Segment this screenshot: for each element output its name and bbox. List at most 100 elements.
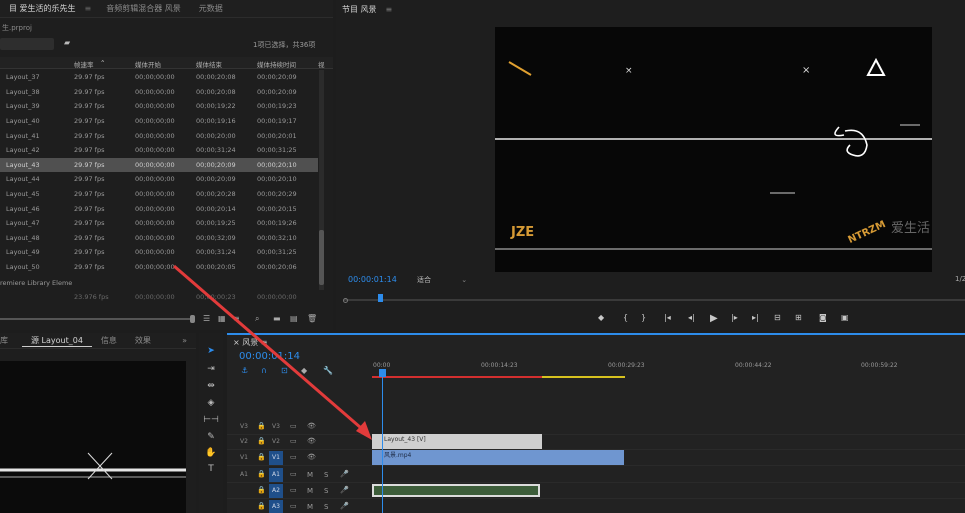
list-item[interactable]: Layout_43 29.97 fps 00;00;00;00 00;00;20;09…: [0, 157, 318, 173]
tab-effects[interactable]: 效果: [126, 335, 160, 346]
col-duration[interactable]: 媒体持续时间: [257, 59, 296, 69]
mark-in-icon[interactable]: {: [623, 313, 628, 322]
close-icon[interactable]: ×: [233, 338, 240, 347]
sync-lock-icon[interactable]: ▭: [290, 453, 297, 461]
add-marker-icon[interactable]: ◆: [301, 366, 307, 375]
col-fps[interactable]: 帧速率: [74, 59, 94, 69]
snap-icon[interactable]: ∩: [261, 366, 267, 375]
tab-metadata[interactable]: 元数据: [190, 3, 232, 14]
search-input[interactable]: [0, 38, 54, 50]
nest-icon[interactable]: ⚓: [241, 366, 248, 375]
timeline-tab[interactable]: × 风景 ≡: [233, 337, 268, 348]
list-item[interactable]: Layout_37 29.97 fps 00;00;00;00 00;00;20;08…: [0, 70, 318, 85]
track-target[interactable]: A2: [269, 484, 283, 498]
eye-icon[interactable]: 👁: [307, 453, 316, 461]
new-bin-icon[interactable]: ▰: [64, 38, 70, 47]
mute-button[interactable]: M: [307, 471, 313, 479]
lock-icon[interactable]: 🔒: [257, 437, 266, 445]
sort-icon[interactable]: ⌃: [100, 59, 105, 67]
mic-icon[interactable]: 🎤: [340, 486, 349, 494]
track-source-label[interactable]: A1: [240, 471, 248, 478]
type-tool-icon[interactable]: T: [203, 463, 219, 475]
mute-button[interactable]: M: [307, 487, 313, 495]
timeline-timecode[interactable]: 00:00:01:14: [239, 351, 300, 362]
ripple-edit-tool-icon[interactable]: ⇹: [203, 380, 219, 392]
solo-button[interactable]: S: [324, 487, 328, 495]
find-icon[interactable]: ⌕: [255, 314, 259, 324]
camera-icon[interactable]: ◙: [819, 313, 827, 322]
sort-icon[interactable]: ≡: [233, 314, 240, 323]
col-video[interactable]: 视: [318, 59, 325, 69]
track-target[interactable]: A3: [269, 500, 283, 513]
playhead-line[interactable]: [382, 373, 383, 513]
step-forward-icon[interactable]: |▸: [731, 313, 738, 322]
clip-v1[interactable]: 风景.mp4: [372, 450, 624, 465]
mic-icon[interactable]: 🎤: [340, 502, 349, 510]
play-icon[interactable]: ▶: [710, 313, 718, 324]
razor-tool-icon[interactable]: ◈: [203, 397, 219, 409]
menu-icon[interactable]: ≡: [386, 5, 393, 14]
solo-button[interactable]: S: [324, 471, 328, 479]
go-to-in-icon[interactable]: |◂: [664, 313, 671, 322]
add-marker-icon[interactable]: ◆: [598, 313, 604, 322]
sync-lock-icon[interactable]: ▭: [290, 470, 297, 478]
tab-library[interactable]: 库: [0, 335, 22, 346]
menu-icon[interactable]: ≡: [261, 338, 268, 347]
tab-project[interactable]: 目 爱生活的乐先生: [0, 3, 85, 14]
lift-icon[interactable]: ⊟: [774, 313, 781, 322]
list-item[interactable]: remiere Library Eleme: [0, 276, 318, 291]
eye-icon[interactable]: 👁: [307, 422, 316, 430]
lock-icon[interactable]: 🔒: [257, 486, 266, 494]
list-item[interactable]: Layout_46 29.97 fps 00;00;00;00 00;00;20;14…: [0, 201, 318, 216]
list-item[interactable]: Layout_49 29.97 fps 00;00;00;00 00;00;31;24…: [0, 245, 318, 260]
more-panels-icon[interactable]: »: [173, 336, 196, 345]
pen-tool-icon[interactable]: ✎: [203, 431, 219, 443]
playhead-marker[interactable]: [378, 294, 383, 302]
clip-audio-a2[interactable]: [372, 484, 540, 497]
list-item[interactable]: Layout_44 29.97 fps 00;00;00;00 00;00;20;09…: [0, 172, 318, 187]
list-item[interactable]: Layout_47 29.97 fps 00;00;00;00 00;00;19;25…: [0, 216, 318, 231]
track-source-label[interactable]: V2: [240, 438, 248, 445]
list-item[interactable]: Layout_39 29.97 fps 00;00;00;00 00;00;19;22…: [0, 99, 318, 114]
step-back-icon[interactable]: ◂|: [688, 313, 695, 322]
lock-icon[interactable]: 🔒: [257, 502, 266, 510]
mute-button[interactable]: M: [307, 503, 313, 511]
lock-icon[interactable]: 🔒: [257, 470, 266, 478]
list-item[interactable]: 23.976 fps 00;00;00;00 00;00;00;23 00;00…: [0, 290, 318, 305]
clip-v2[interactable]: Layout_43 [V]: [372, 434, 542, 449]
tab-program[interactable]: 节目 风景: [336, 4, 386, 15]
video-frame[interactable]: × × JZE NTRZM: [495, 27, 932, 272]
comparison-view-icon[interactable]: ▣: [841, 313, 849, 322]
menu-icon[interactable]: ≡: [85, 4, 92, 13]
sync-lock-icon[interactable]: ▭: [290, 502, 297, 510]
lock-icon[interactable]: 🔒: [257, 422, 266, 430]
lock-icon[interactable]: 🔒: [257, 453, 266, 461]
tab-audio-mixer[interactable]: 音频剪辑混合器 风景: [97, 3, 190, 14]
delete-icon[interactable]: 🗑: [307, 314, 317, 323]
track-select-tool-icon[interactable]: ⇥: [203, 363, 219, 375]
zoom-slider[interactable]: [0, 318, 190, 320]
list-view-icon[interactable]: ☰: [203, 314, 210, 323]
icon-view-icon[interactable]: ▦: [218, 314, 226, 323]
list-item[interactable]: Layout_40 29.97 fps 00;00;00;00 00;00;19;16…: [0, 114, 318, 129]
list-item[interactable]: Layout_42 29.97 fps 00;00;00;00 00;00;31;24…: [0, 143, 318, 158]
scrollbar-thumb[interactable]: [319, 230, 324, 285]
linked-selection-icon[interactable]: ⊡: [281, 366, 288, 375]
tab-info[interactable]: 信息: [92, 335, 126, 346]
fit-dropdown[interactable]: 适合 ⌄: [417, 275, 467, 285]
hand-tool-icon[interactable]: ✋: [203, 447, 219, 459]
sync-lock-icon[interactable]: ▭: [290, 486, 297, 494]
playhead-marker[interactable]: [379, 369, 386, 377]
new-item-icon[interactable]: ▤: [290, 314, 298, 323]
list-item[interactable]: Layout_41 29.97 fps 00;00;00;00 00;00;20;00…: [0, 128, 318, 143]
col-start[interactable]: 媒体开始: [135, 59, 161, 69]
zoom-slider-handle[interactable]: [190, 315, 195, 323]
vertical-scrollbar[interactable]: [319, 70, 324, 290]
track-source-label[interactable]: V1: [240, 454, 248, 461]
sync-lock-icon[interactable]: ▭: [290, 422, 297, 430]
list-item[interactable]: Layout_45 29.97 fps 00;00;00;00 00;00;20;28…: [0, 187, 318, 202]
list-item[interactable]: Layout_38 29.97 fps 00;00;00;00 00;00;20;08…: [0, 85, 318, 100]
solo-button[interactable]: S: [324, 503, 328, 511]
mark-out-icon[interactable]: }: [641, 313, 646, 322]
program-timecode[interactable]: 00:00:01:14: [348, 275, 397, 284]
